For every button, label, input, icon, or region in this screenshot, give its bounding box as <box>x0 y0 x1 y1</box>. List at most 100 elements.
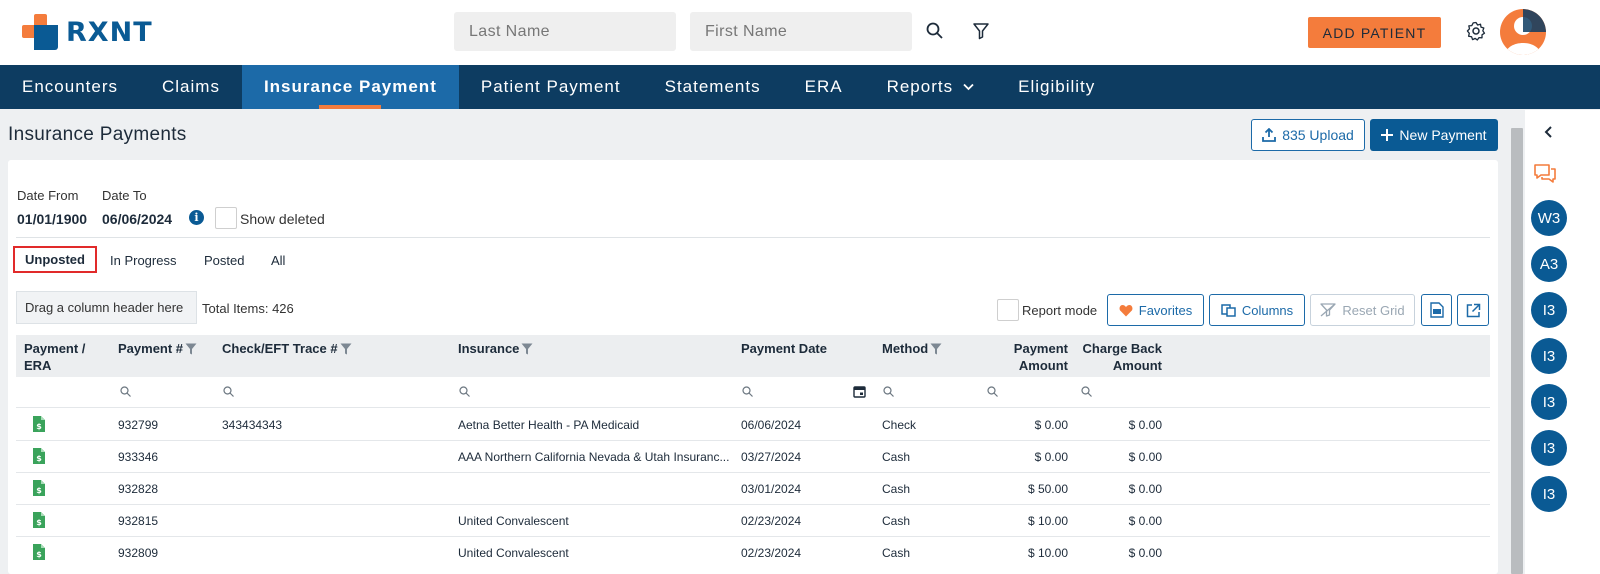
column-filter-icon[interactable] <box>340 343 352 355</box>
export-button[interactable] <box>1457 294 1489 326</box>
group-by-drop-zone[interactable]: Drag a column header here <box>16 291 197 324</box>
user-badge[interactable]: I3 <box>1531 430 1567 466</box>
cell-payment-number: 932799 <box>118 418 159 432</box>
nav-patient-payment[interactable]: Patient Payment <box>459 65 643 109</box>
search-icon[interactable] <box>459 386 470 397</box>
cell-payment-date: 03/01/2024 <box>741 482 802 496</box>
export-excel-button[interactable] <box>1421 294 1452 326</box>
cell-method: Cash <box>882 514 911 528</box>
main-nav: Encounters Claims Insurance Payment Pati… <box>0 65 1600 109</box>
payment-document-icon[interactable]: $ <box>33 416 45 432</box>
collapse-chevron-left-icon[interactable] <box>1540 124 1556 140</box>
cell-insurance: United Convalescent <box>458 514 569 528</box>
tab-in-progress[interactable]: In Progress <box>110 253 176 268</box>
cell-charge-back: $ 0.00 <box>1128 514 1162 528</box>
search-icon[interactable] <box>742 386 753 397</box>
col-method[interactable]: Method <box>882 340 942 357</box>
cell-payment-amount: $ 0.00 <box>1034 418 1068 432</box>
show-deleted-checkbox[interactable] <box>215 207 237 229</box>
tab-posted[interactable]: Posted <box>204 253 244 268</box>
logo-text: RXNT <box>66 16 153 48</box>
cell-payment-amount: $ 10.00 <box>1027 514 1068 528</box>
tab-all[interactable]: All <box>271 253 285 268</box>
upload-835-button[interactable]: 835 Upload <box>1251 119 1365 151</box>
payment-document-icon[interactable]: $ <box>33 512 45 528</box>
column-filter-icon[interactable] <box>521 343 533 355</box>
search-icon[interactable] <box>1081 386 1092 397</box>
payment-document-icon[interactable]: $ <box>33 544 45 560</box>
user-badge[interactable]: I3 <box>1531 292 1567 328</box>
nav-era[interactable]: ERA <box>783 65 865 109</box>
user-badge[interactable]: I3 <box>1531 384 1567 420</box>
user-badge[interactable]: A3 <box>1531 246 1567 282</box>
scrollbar-thumb[interactable] <box>1511 128 1523 574</box>
nav-reports[interactable]: Reports <box>865 65 997 109</box>
col-insurance[interactable]: Insurance <box>458 340 533 357</box>
search-icon[interactable] <box>924 20 946 42</box>
user-avatar[interactable] <box>1500 9 1546 55</box>
table-row[interactable]: $ 932815 United Convalescent 02/23/2024 … <box>16 505 1490 537</box>
col-charge-back-amount[interactable]: Charge Back Amount <box>1076 340 1162 374</box>
external-link-icon <box>1466 303 1480 317</box>
nav-claims[interactable]: Claims <box>140 65 242 109</box>
payment-document-icon[interactable]: $ <box>33 448 45 464</box>
cell-payment-date: 02/23/2024 <box>741 514 802 528</box>
columns-button[interactable]: Columns <box>1209 294 1305 326</box>
cell-insurance: Aetna Better Health - PA Medicaid <box>458 418 640 432</box>
nav-statements[interactable]: Statements <box>643 65 783 109</box>
reset-grid-button[interactable]: Reset Grid <box>1310 294 1415 326</box>
excel-icon <box>1429 302 1444 318</box>
col-payment-date[interactable]: Payment Date <box>741 340 827 357</box>
payment-document-icon[interactable]: $ <box>33 480 45 496</box>
table-row[interactable]: $ 933346 AAA Northern California Nevada … <box>16 441 1490 473</box>
nav-insurance-payment[interactable]: Insurance Payment <box>241 65 459 109</box>
info-icon[interactable]: i <box>189 210 204 225</box>
search-icon[interactable] <box>120 386 131 397</box>
grid-header-row: Payment / ERA Payment # Check/EFT Trace … <box>16 335 1490 377</box>
favorites-button[interactable]: Favorites <box>1107 294 1204 326</box>
cell-payment-amount: $ 50.00 <box>1027 482 1068 496</box>
nav-encounters[interactable]: Encounters <box>0 65 140 109</box>
search-icon[interactable] <box>883 386 894 397</box>
gear-icon[interactable] <box>1465 20 1487 42</box>
tab-unposted[interactable]: Unposted <box>13 246 97 273</box>
column-filter-icon[interactable] <box>930 343 942 355</box>
cell-payment-number: 932815 <box>118 514 159 528</box>
first-name-input[interactable] <box>690 12 912 51</box>
table-row[interactable]: $ 932809 United Convalescent 02/23/2024 … <box>16 537 1490 574</box>
search-icon[interactable] <box>987 386 998 397</box>
show-deleted-label: Show deleted <box>240 211 325 227</box>
col-payment-amount[interactable]: Payment Amount <box>1006 340 1068 374</box>
date-from-label: Date From <box>17 188 79 203</box>
user-badge[interactable]: I3 <box>1531 338 1567 374</box>
cell-method: Cash <box>882 482 911 496</box>
date-to-label: Date To <box>102 188 147 203</box>
cell-insurance: AAA Northern California Nevada & Utah In… <box>458 450 730 464</box>
filter-icon[interactable] <box>970 20 992 42</box>
col-payment-era[interactable]: Payment / ERA <box>24 340 85 374</box>
last-name-input[interactable] <box>454 12 676 51</box>
chat-icon[interactable] <box>1533 162 1557 186</box>
date-from-value[interactable]: 01/01/1900 <box>17 211 87 227</box>
table-row[interactable]: $ 932828 03/01/2024 Cash $ 50.00 $ 0.00 <box>16 473 1490 505</box>
nav-eligibility[interactable]: Eligibility <box>996 65 1117 109</box>
rxnt-logo[interactable]: RXNT <box>22 14 153 50</box>
user-badge[interactable]: W3 <box>1531 200 1567 236</box>
report-mode-checkbox[interactable] <box>997 299 1019 321</box>
upload-icon <box>1262 128 1277 142</box>
date-to-value[interactable]: 06/06/2024 <box>102 211 172 227</box>
svg-text:$: $ <box>36 454 42 463</box>
add-patient-button[interactable]: ADD PATIENT <box>1308 17 1441 48</box>
new-payment-button[interactable]: New Payment <box>1370 119 1498 151</box>
page-scrollbar[interactable] <box>1509 110 1525 574</box>
user-badge[interactable]: I3 <box>1531 476 1567 512</box>
search-icon[interactable] <box>223 386 234 397</box>
calendar-icon[interactable] <box>853 385 866 398</box>
total-items: Total Items: 426 <box>202 301 294 316</box>
filter-clear-icon <box>1320 303 1337 317</box>
table-row[interactable]: $ 932799 343434343 Aetna Better Health -… <box>16 409 1490 441</box>
col-payment-number[interactable]: Payment # <box>118 340 197 357</box>
cell-charge-back: $ 0.00 <box>1128 482 1162 496</box>
col-check-eft[interactable]: Check/EFT Trace # <box>222 340 352 357</box>
column-filter-icon[interactable] <box>185 343 197 355</box>
